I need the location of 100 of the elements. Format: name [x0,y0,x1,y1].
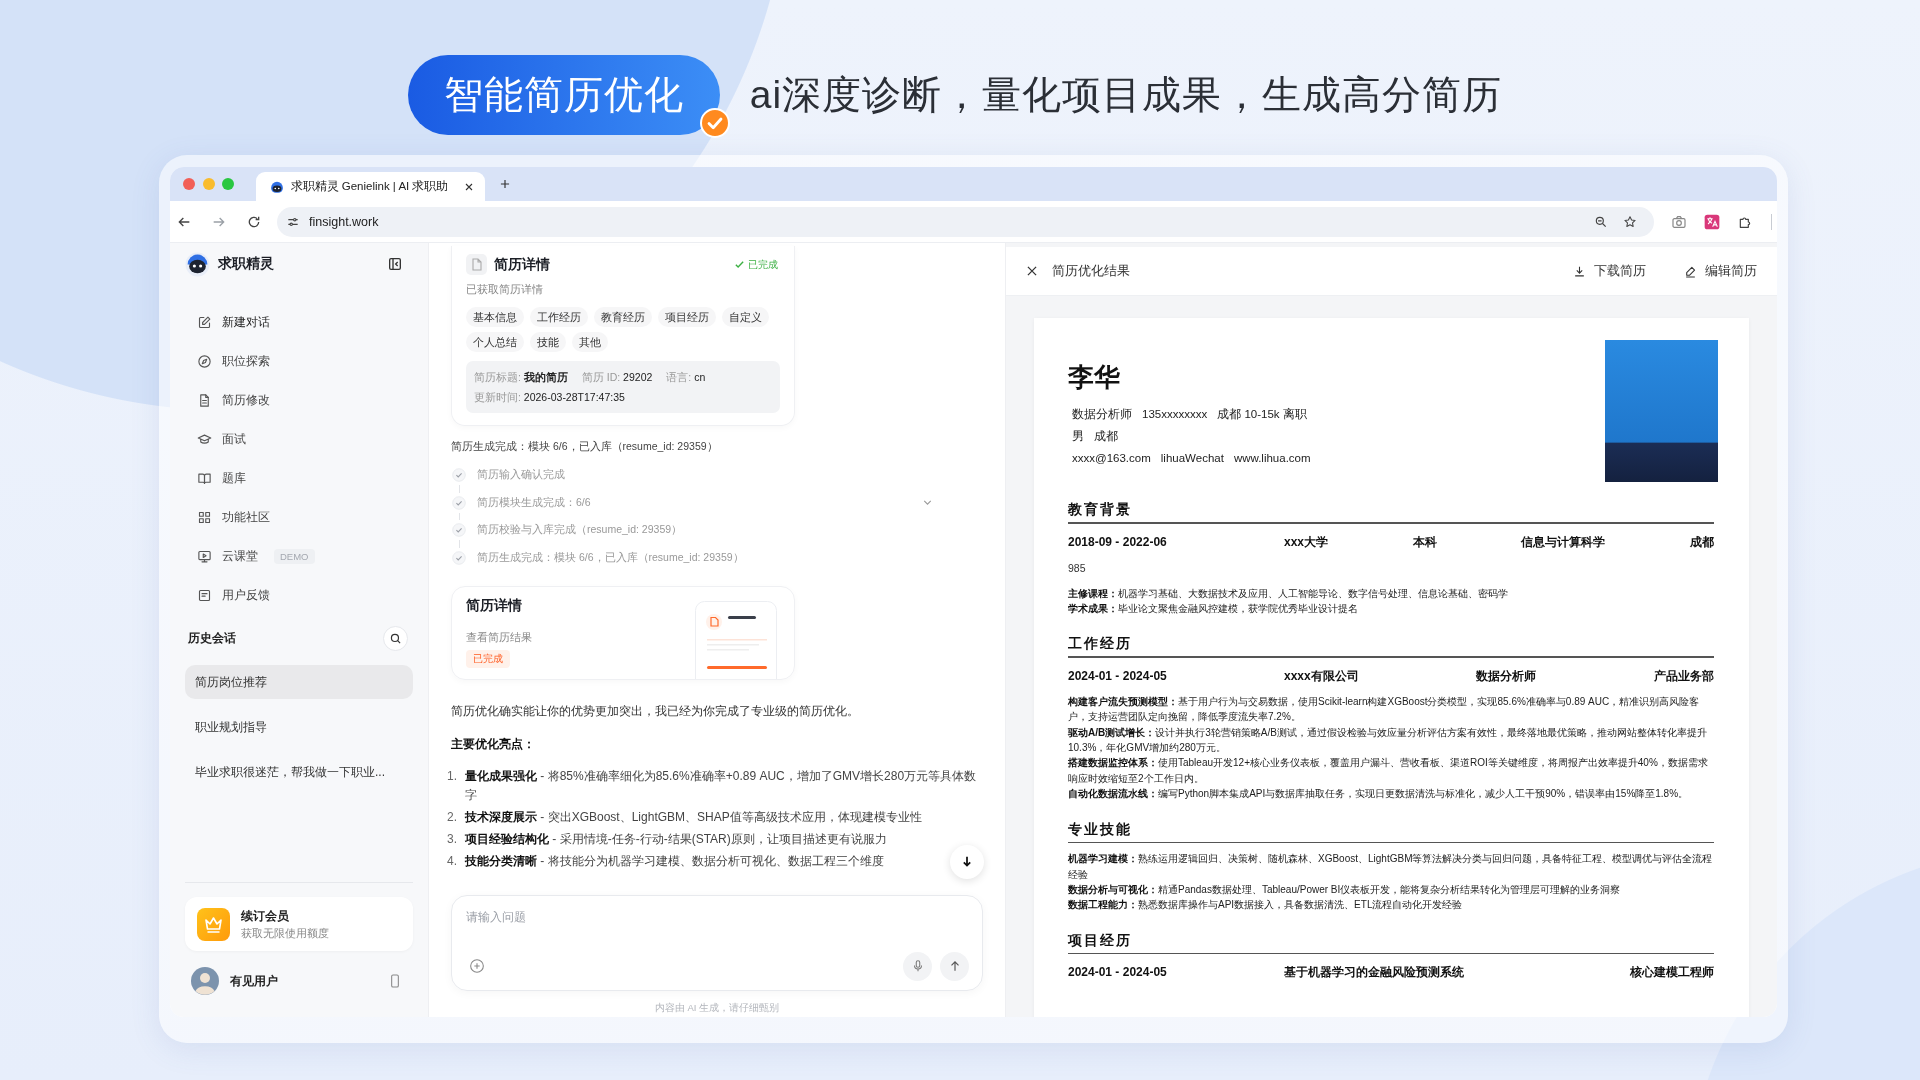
detail-text: 搭建数据监控体系：使用Tableau开发12+核心业务仪表板，覆盖用户漏斗、营收看板、渠道ROI等关键维度，将周报产出效率提升40%，数据需求响应时效缩短至2个工作日内。 [1068,756,1709,786]
monitor-play-icon [197,549,212,564]
sidebar-item[interactable]: 简历修改 [185,381,413,420]
star-icon[interactable] [1623,214,1637,229]
candidate-name: 李华 [1068,361,1121,393]
list-number: 3. [446,830,458,848]
step-text: 简历模块生成完成：6/6 [477,495,591,510]
user-name: 有见用户 [230,972,279,990]
detail-text: 数据分析与可视化：精通Pandas数据处理、Tableau/Power BI仪表板开发，能将复杂分析结果转化为管理层可理解的业务洞察 [1068,882,1622,897]
entry-note: 985 [1068,560,1087,576]
meta-field: 简历标题: 我的简历 [474,367,568,387]
sidebar-item[interactable]: 功能社区 [185,498,413,537]
highlight-text: 技能分类清晰 - 将技能分为机器学习建模、数据分析可视化、数据工程三个维度 [465,852,884,870]
disclaimer-text: 内容由 AI 生成，请仔细甄别 [653,1001,781,1015]
avatar-icon [191,967,219,995]
robot-icon [269,179,284,194]
edit-button[interactable]: 编辑简历 [1684,262,1757,280]
document-icon [197,393,212,408]
compass-icon [197,354,212,369]
section-tag: 教育经历 [594,307,652,327]
meta-field: 语言: cn [666,367,706,387]
contact-text: 成都 10-15k 离职 [1217,407,1307,422]
demo-badge: DEMO [274,549,315,564]
robot-icon [185,251,210,277]
detail-text: 构建客户流失预测模型：基于用户行为与交易数据，使用Scikit-learn构建XGBoost分类模型，实现85.6%准确率与0.89 AUC，精准识别高风险客户，支持运营团队定向挽留，降低季度流失率7.2%。 [1068,694,1701,725]
entry-date: 2024-01 - 2024-05 [1068,667,1168,685]
card-title: 简历详情 [466,596,522,615]
detail-text: 主修课程：机器学习基础、大数据技术及应用、人工智能导论、数字信号处理、信息论基础、密码学 [1068,586,1509,601]
book-icon [197,471,212,486]
resume-result-card[interactable]: 简历详情 查看简历结果 已完成 [451,585,795,680]
card-subtitle: 已获取简历详情 [466,282,544,297]
banner-tagline: ai深度诊断，量化项目成果，生成高分简历 [749,72,1503,118]
contact-text: 男 [1072,429,1084,444]
sidebar-item[interactable]: 用户反馈 [185,576,413,615]
check-badge-icon [699,108,730,138]
zoom-icon[interactable] [1594,214,1608,229]
voice-button[interactable] [903,951,932,981]
pencil-icon [1684,264,1697,278]
close-icon[interactable] [1025,264,1039,278]
membership-card[interactable]: 续订会员 获取无限使用额度 [185,897,413,951]
history-item[interactable]: 简历岗位推荐 [185,665,413,699]
sidebar-item[interactable]: 职位探索 [185,342,413,381]
section-heading: 教育背景 [1068,502,1132,517]
search-icon [389,631,402,645]
entry-field: 产品业务部 [1654,665,1714,686]
crown-icon [197,907,230,941]
section-tag: 个人总结 [466,332,524,352]
contact-text: 数据分析师 [1072,407,1132,422]
detail-text: 数据工程能力：熟悉数据库操作与API数据接入，具备数据清洗、ETL流程自动化开发经验 [1068,898,1464,913]
entry-date: 2024-01 - 2024-05 [1068,964,1168,982]
brand-name: 求职精灵 [218,255,275,273]
section-tag: 其他 [572,332,608,352]
step-text: 简历输入确认完成 [477,468,565,482]
sidebar-item[interactable]: 题库 [185,459,413,498]
reply-heading: 主要优化亮点： [451,735,536,753]
entry-field: 基于机器学习的金融风险预测系统 [1284,962,1464,983]
meta-field: 简历 ID: 29202 [581,367,653,387]
highlight-text: 量化成果强化 - 将85%准确率细化为85.6%准确率+0.89 AUC，增加了GMV增长280万元等具体数字 [465,767,978,804]
entry-field: 数据分析师 [1476,665,1537,686]
translate-icon[interactable] [1704,213,1720,230]
download-icon [1573,264,1586,278]
detail-text: 机器学习建模：熟练运用逻辑回归、决策树、随机森林、XGBoost、LightGBM等算法解决分类与回归问题，具备特征工程、模型调优与评估全流程经验 [1068,852,1714,882]
sidebar-item[interactable]: 新建对话 [185,303,413,342]
sidebar-item[interactable]: 云课堂 DEMO [185,537,413,576]
entry-field: 信息与计算科学 [1521,531,1606,552]
section-tag: 自定义 [722,307,769,327]
entry-date: 2018-09 - 2022-06 [1068,533,1168,551]
note-icon [197,588,212,603]
send-button[interactable] [940,951,969,981]
browser-tab[interactable]: 求职精灵 Genielink | AI 求职助 [255,172,486,201]
sidebar-toggle-icon[interactable] [387,256,403,272]
detail-text: 学术成果：毕业论文聚焦金融风控建模，获学院优秀毕业设计提名 [1068,601,1359,616]
panel-title: 简历优化结果 [1052,262,1131,280]
contact-text: www.lihua.com [1233,451,1311,466]
plus-circle-icon[interactable] [469,958,485,974]
progress-summary: 简历生成完成：模块 6/6，已入库（resume_id: 29359） [451,439,719,454]
entry-field: 本科 [1412,531,1437,552]
close-window-icon[interactable] [183,178,195,190]
address-bar[interactable]: finsight.work [277,206,1654,237]
message-composer[interactable]: 请输入问题 [451,895,983,991]
status-text: 已完成 [748,257,778,272]
history-item[interactable]: 职业规划指导 [185,710,413,744]
scroll-down-button[interactable] [950,845,984,879]
document-icon [466,254,487,275]
message-input[interactable]: 请输入问题 [466,906,968,944]
contact-text: lihuaWechat [1160,451,1224,466]
search-button[interactable] [383,625,408,651]
sidebar-item[interactable]: 面试 [185,420,413,459]
meta-field: 更新时间: 2026-03-28T17:47:35 [474,387,625,407]
section-heading: 工作经历 [1068,636,1132,652]
highlight-text: 项目经验结构化 - 采用情境-任务-行动-结果(STAR)原则，让项目描述更有说服力 [465,830,887,848]
history-item[interactable]: 毕业求职很迷茫，帮我做一下职业... [185,755,413,789]
highlight-text: 技术深度展示 - 突出XGBoost、LightGBM、SHAP值等高级技术应用，体现建模专业性 [465,808,922,826]
graduation-cap-icon [197,432,212,447]
status-tag: 已完成 [466,649,510,668]
camera-icon[interactable] [1671,213,1687,230]
check-icon [734,259,745,270]
detail-text: 自动化数据流水线：编写Python脚本集成API与数据库抽取任务，实现日更数据清洗与标准化，减少人工干预90%，错误率由15%降至1.8%。 [1068,787,1690,802]
download-button[interactable]: 下载简历 [1573,262,1646,280]
section-tag: 项目经历 [658,307,716,327]
